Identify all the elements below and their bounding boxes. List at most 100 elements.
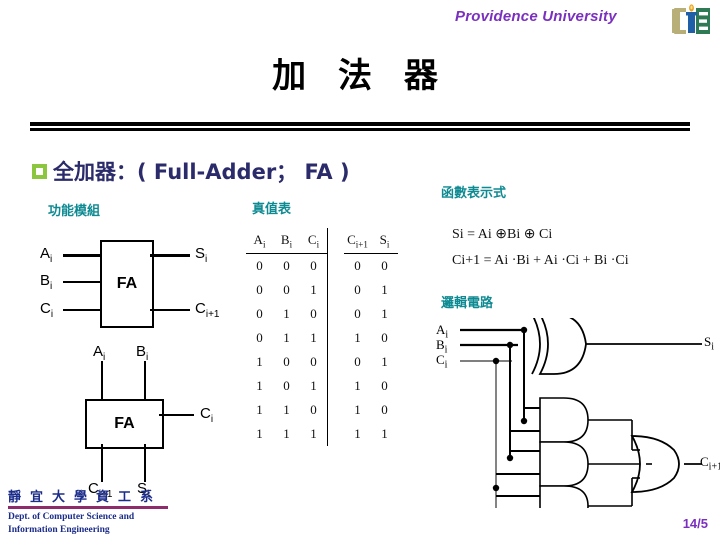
truth-table-cell: 1 [310,377,317,393]
truth-table-cell: 0 [381,401,388,417]
truth-table-cell: 0 [354,281,361,297]
truth-table-cell: 1 [256,425,263,441]
truth-table-divider [327,277,344,302]
fa1-output-label-cout: Ci+1 [195,300,220,320]
truth-table-cell: 0 [354,305,361,321]
truth-table-cell: 0 [354,353,361,369]
truth-table-row: 1 1 1 1 1 [246,421,398,446]
page-number: 14/5 [682,516,708,531]
truth-table-cell: 1 [354,425,361,441]
truth-table-cell: 0 [310,353,317,369]
footer-dept-en-line2: Information Engineering [8,524,110,535]
truth-table-row: 0 1 1 1 0 [246,325,398,350]
wire-input-a1 [63,254,102,257]
truth-table-row: 1 1 0 1 0 [246,397,398,422]
truth-table-header-cell: Ci [300,228,328,254]
wire-output-s1 [150,254,190,257]
truth-table-cell: 0 [310,401,317,417]
truth-table-cell: 1 [381,281,388,297]
truth-table-divider [327,301,344,326]
equation-carry: Ci+1 = Ai ·Bi + Ai ·Ci + Bi ·Ci [452,252,629,268]
truth-table-cell: 0 [256,281,263,297]
truth-table-cell: 1 [283,329,290,345]
truth-table-cell: 1 [354,401,361,417]
truth-table-row: 0 1 0 0 1 [246,301,398,326]
fa1-input-label-b: Bi [40,272,53,292]
fa-block-diagram-horizontal: FA Ai Bi Ci Si Ci+1 [40,236,255,341]
wire-top-a2 [101,361,103,401]
truth-table-cell: 1 [310,281,317,297]
footer-dept-cn: 靜宜大學資工系 [8,490,163,505]
truth-table-cell: 0 [310,257,317,273]
truth-table-header-cell: Ci+1 [344,228,371,254]
truth-table-divider [327,421,344,446]
truth-table-cell: 1 [283,401,290,417]
fa-box-1: FA [100,240,154,328]
circuit-output-label-s: Si [704,334,715,353]
truth-table-cell: 0 [256,329,263,345]
truth-table-cell: 1 [310,425,317,441]
fa1-input-label-c: Ci [40,300,54,320]
wire-output-cout1 [150,309,190,311]
truth-table-cell: 1 [354,377,361,393]
wire-top-b2 [144,361,146,401]
circuit-input-label-c: Ci [436,352,448,371]
truth-table: Ai Bi Ci Ci+1 Si 0 0 0 0 0 0 0 1 0 1 0 1 0 0 1 0 1 1 1 0 1 0 0 0 1 1 0 1… [246,228,398,446]
fa2-input-label-c: Ci [200,405,214,425]
truth-table-row: 1 0 0 0 1 [246,349,398,374]
section-label-function: 函數表示式 [441,186,507,201]
truth-table-cell: 0 [256,257,263,273]
truth-table-cell: 0 [381,329,388,345]
truth-table-cell: 0 [283,257,290,273]
wire-right-c2 [159,414,194,416]
footer-dept-en-line1: Dept. of Computer Science and [8,512,135,522]
truth-table-cell: 0 [283,377,290,393]
truth-table-header-cell: Si [371,228,398,254]
truth-table-cell: 1 [381,353,388,369]
truth-table-row: 0 0 0 0 0 [246,253,398,278]
truth-table-cell: 0 [256,305,263,321]
cie-monogram-logo [661,4,712,38]
truth-table-cell: 1 [256,353,263,369]
wire-bottom-cout2 [101,444,103,482]
truth-table-cell: 1 [381,305,388,321]
section-label-module: 功能模組 [48,204,101,219]
footer-dept-en: Dept. of Computer Science and Informatio… [8,511,134,537]
truth-table-cell: 0 [381,377,388,393]
truth-table-cell: 1 [256,377,263,393]
fa1-input-label-a: Ai [40,245,53,265]
bullet-text: 全加器：( Full-Adder； FA ) [53,160,350,184]
truth-table-header-cell: Bi [273,228,300,254]
bullet-row: 全加器：( Full-Adder； FA ) [32,156,350,186]
truth-table-row: 0 0 1 0 1 [246,277,398,302]
function-expressions: Si = Ai ⊕Bi ⊕ Ci Ci+1 = Ai ·Bi + Ai ·Ci … [452,222,629,274]
fa-box-2: FA [85,399,164,449]
page-title: 加 法 器 [272,56,448,96]
truth-table-cell: 0 [283,353,290,369]
truth-table-divider [327,228,344,254]
brand-title: Providence University [455,8,617,25]
wire-bottom-s2 [144,444,146,482]
truth-table-row: 1 0 1 1 0 [246,373,398,398]
truth-table-cell: 0 [354,257,361,273]
truth-table-cell: 1 [283,425,290,441]
truth-table-divider [327,325,344,350]
fa-box-1-label: FA [116,275,138,292]
truth-table-divider [327,397,344,422]
truth-table-cell: 1 [310,329,317,345]
truth-table-header-cell: Ai [246,228,273,254]
footer-rule [8,506,168,509]
section-label-truth-table: 真值表 [252,202,292,217]
square-bullet-icon [32,163,47,179]
truth-table-divider [327,373,344,398]
truth-table-header-row: Ai Bi Ci Ci+1 Si [246,228,398,254]
fa-block-diagram-vertical: FA Ai Bi Ci Ci+1 Si [55,343,235,500]
truth-table-cell: 0 [381,257,388,273]
truth-table-cell: 1 [283,305,290,321]
truth-table-cell: 1 [354,329,361,345]
wire-input-c1 [63,309,102,311]
fa2-input-label-a: Ai [93,343,106,363]
fa2-input-label-b: Bi [136,343,149,363]
truth-table-cell: 1 [256,401,263,417]
fa-box-2-label: FA [114,415,135,432]
